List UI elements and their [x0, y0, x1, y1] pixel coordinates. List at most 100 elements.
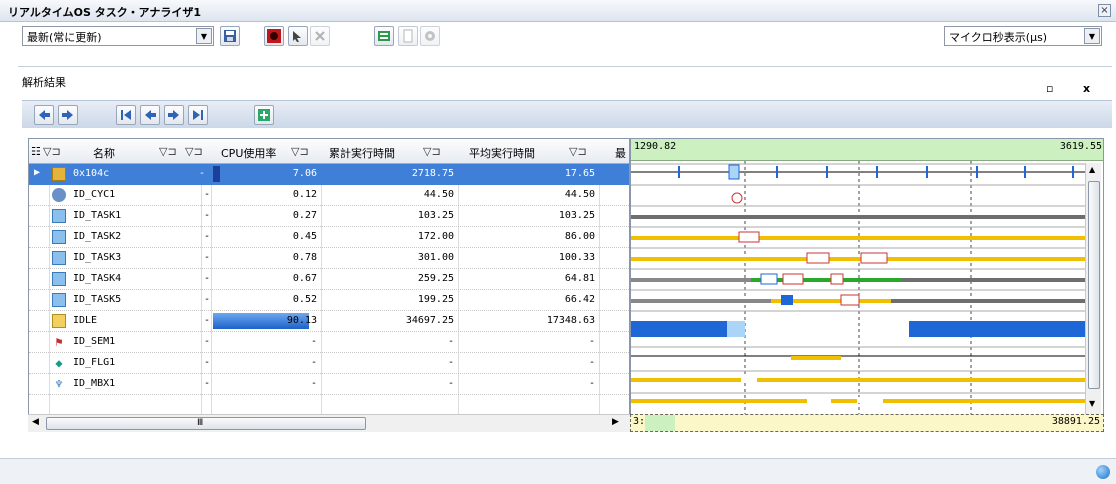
- row-cpu: 0.78: [292, 252, 317, 263]
- row-avg: 64.81: [564, 273, 595, 284]
- scroll-thumb[interactable]: Ⅲ: [46, 417, 366, 430]
- prev-button[interactable]: [140, 105, 160, 125]
- filter-icon[interactable]: ▽⊐: [43, 145, 61, 158]
- time-unit-value: マイクロ秒表示(μs): [949, 31, 1048, 44]
- analyze-button[interactable]: [288, 26, 308, 46]
- mbx1-gap: [807, 397, 831, 403]
- eventflag-icon: ◆: [55, 356, 63, 370]
- task3-event: [860, 252, 888, 264]
- row-cpu: -: [310, 378, 317, 389]
- window-title: リアルタイムOS タスク・アナライザ1: [8, 6, 201, 19]
- vertical-scrollbar[interactable]: ▲ ▼: [1085, 163, 1101, 415]
- row-name: ID_CYC1: [73, 189, 116, 200]
- row-avg: 66.42: [564, 294, 595, 305]
- row-flag: -: [204, 231, 211, 242]
- settings-button[interactable]: [420, 26, 440, 46]
- status-bar: [0, 458, 1116, 484]
- header-max[interactable]: 最: [615, 145, 626, 161]
- table-row[interactable]: IDLE - 90.13 34697.25 17348.63: [29, 311, 629, 332]
- update-mode-value: 最新(常に更新): [27, 31, 102, 44]
- scroll-left-icon[interactable]: ◀: [32, 417, 39, 427]
- sem1-event: [791, 356, 841, 360]
- filter-icon[interactable]: ▽⊐: [291, 145, 309, 158]
- task-icon: [52, 230, 66, 244]
- filter-icon[interactable]: ▽⊐: [185, 145, 203, 158]
- analysis-toolbar: [22, 100, 1112, 128]
- table-row[interactable]: ◆ ID_FLG1 - - - -: [29, 353, 629, 374]
- row-total: -: [447, 357, 454, 368]
- row-cpu: -: [310, 336, 317, 347]
- timeline-svg: [631, 161, 1086, 431]
- task4-event: [782, 273, 804, 285]
- filter-icon[interactable]: ▽⊐: [159, 145, 177, 158]
- table-row[interactable]: ID_TASK1 - 0.27 103.25 103.25: [29, 206, 629, 227]
- cursor-tool-icon: [293, 31, 301, 42]
- row-cpu: 0.67: [292, 273, 317, 284]
- column-chooser-icon[interactable]: ☷: [31, 145, 41, 158]
- row-total: 44.50: [423, 189, 454, 200]
- forward-button[interactable]: [58, 105, 78, 125]
- record-button[interactable]: [264, 26, 284, 46]
- row-total: 199.25: [417, 294, 454, 305]
- overview-window[interactable]: [645, 415, 675, 431]
- task5-track: [891, 299, 1086, 303]
- timeline-chart[interactable]: 1290.82 3619.55: [630, 138, 1104, 432]
- panel-close-button[interactable]: x: [1083, 82, 1090, 95]
- row-flag: -: [204, 378, 211, 389]
- filter-icon[interactable]: ▽⊐: [423, 145, 441, 158]
- row-avg: -: [588, 378, 595, 389]
- filter-icon[interactable]: ▽⊐: [569, 145, 587, 158]
- back-button[interactable]: [34, 105, 54, 125]
- row-name: 0x104c: [73, 168, 110, 179]
- table-row[interactable]: ⚑ ID_SEM1 - - - -: [29, 332, 629, 353]
- export-button[interactable]: [374, 26, 394, 46]
- table-row[interactable]: ID_TASK4 - 0.67 259.25 64.81: [29, 269, 629, 290]
- horizontal-scrollbar[interactable]: ◀ Ⅲ ▶: [28, 414, 630, 432]
- task5-track: [631, 299, 771, 303]
- panel-title: 解析結果: [22, 76, 66, 89]
- header-cpu[interactable]: CPU使用率: [221, 145, 276, 161]
- scroll-right-icon[interactable]: ▶: [612, 417, 619, 427]
- row-flag: -: [204, 189, 211, 200]
- overview-end: 38891.25: [1051, 416, 1100, 427]
- task3-event: [806, 252, 830, 264]
- analysis-grid: ☷ ▽⊐ 名称 ▽⊐ ▽⊐ CPU使用率 ▽⊐ 累計実行時間 ▽⊐ 平均実行時間…: [28, 138, 630, 432]
- scroll-thumb[interactable]: [1088, 181, 1100, 389]
- header-total[interactable]: 累計実行時間: [329, 145, 395, 161]
- clear-button[interactable]: [310, 26, 330, 46]
- scroll-up-icon[interactable]: ▲: [1089, 165, 1095, 174]
- scroll-down-icon[interactable]: ▼: [1089, 399, 1095, 408]
- header-name[interactable]: 名称: [93, 145, 115, 161]
- update-mode-select[interactable]: 最新(常に更新) ▼: [22, 26, 214, 46]
- header-avg[interactable]: 平均実行時間: [469, 145, 535, 161]
- zoom-fit-button[interactable]: [254, 105, 274, 125]
- flg1-gap: [741, 376, 757, 382]
- gear-icon: [425, 31, 435, 41]
- table-row[interactable]: ID_CYC1 - 0.12 44.50 44.50: [29, 185, 629, 206]
- task-icon: [52, 251, 66, 265]
- window-close-button[interactable]: ×: [1098, 4, 1111, 17]
- save-button[interactable]: [220, 26, 240, 46]
- ruler-end: 3619.55: [1059, 141, 1102, 152]
- cyclic-handler-icon: [52, 188, 66, 202]
- last-button[interactable]: [188, 105, 208, 125]
- time-unit-select[interactable]: マイクロ秒表示(μs) ▼: [944, 26, 1102, 46]
- table-row[interactable]: ID_TASK5 - 0.52 199.25 66.42: [29, 290, 629, 311]
- table-row[interactable]: ID_TASK2 - 0.45 172.00 86.00: [29, 227, 629, 248]
- table-row[interactable]: ID_TASK3 - 0.78 301.00 100.33: [29, 248, 629, 269]
- document-button[interactable]: [398, 26, 418, 46]
- table-row[interactable]: ▶ 0x104c - 7.06 2718.75 17.65: [29, 164, 629, 185]
- overview-ruler[interactable]: 3: 38891.25: [630, 414, 1104, 432]
- row-name: ID_MBX1: [73, 378, 116, 389]
- arrow-left-icon: [39, 110, 50, 120]
- row-avg: 17.65: [564, 168, 595, 179]
- task2-event: [738, 231, 760, 243]
- row-cpu: 90.13: [286, 315, 317, 326]
- first-button[interactable]: [116, 105, 136, 125]
- task1-track: [631, 215, 1086, 219]
- panel-restore-button[interactable]: ▫: [1046, 82, 1053, 95]
- table-row[interactable]: ♆ ID_MBX1 - - - -: [29, 374, 629, 395]
- idle-run: [727, 321, 745, 337]
- skip-first-icon: [121, 110, 131, 120]
- next-button[interactable]: [164, 105, 184, 125]
